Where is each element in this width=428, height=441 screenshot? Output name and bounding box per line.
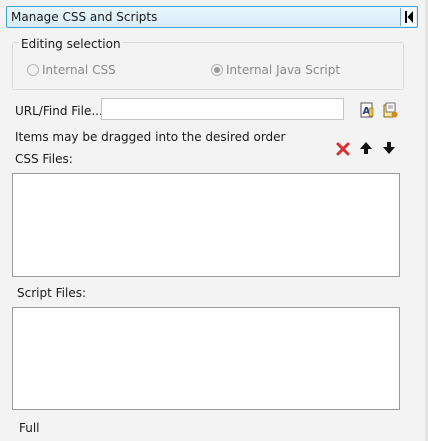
file-add-icon[interactable]: [382, 102, 398, 118]
file-browse-icon[interactable]: A: [359, 102, 375, 118]
url-find-file-label: URL/Find File...: [15, 104, 103, 118]
script-files-label: Script Files:: [17, 286, 86, 300]
delete-icon[interactable]: [335, 141, 351, 157]
manage-css-scripts-panel: Manage CSS and Scripts Editing selection…: [0, 0, 428, 441]
internal-javascript-radio[interactable]: Internal Java Script: [211, 63, 340, 77]
script-files-listbox[interactable]: [12, 307, 400, 410]
move-down-icon[interactable]: [381, 140, 397, 156]
drag-order-hint: Items may be dragged into the desired or…: [15, 130, 286, 144]
collapse-left-icon: [405, 11, 413, 23]
editing-selection-label: Editing selection: [19, 37, 123, 51]
panel-header[interactable]: Manage CSS and Scripts: [6, 6, 418, 28]
editing-selection-group: Editing selection Internal CSS Internal …: [12, 37, 404, 90]
internal-css-label: Internal CSS: [42, 63, 116, 77]
footer-mode-label: Full: [19, 421, 40, 435]
radio-indicator: [27, 64, 39, 76]
css-files-label: CSS Files:: [15, 152, 73, 166]
url-find-file-input[interactable]: [101, 98, 344, 120]
css-files-listbox[interactable]: [12, 173, 400, 277]
panel-title: Manage CSS and Scripts: [11, 10, 158, 24]
internal-javascript-label: Internal Java Script: [226, 63, 341, 77]
collapse-button[interactable]: [400, 8, 416, 26]
internal-css-radio[interactable]: Internal CSS: [27, 63, 116, 77]
radio-indicator-checked: [211, 64, 223, 76]
move-up-icon[interactable]: [358, 140, 374, 156]
